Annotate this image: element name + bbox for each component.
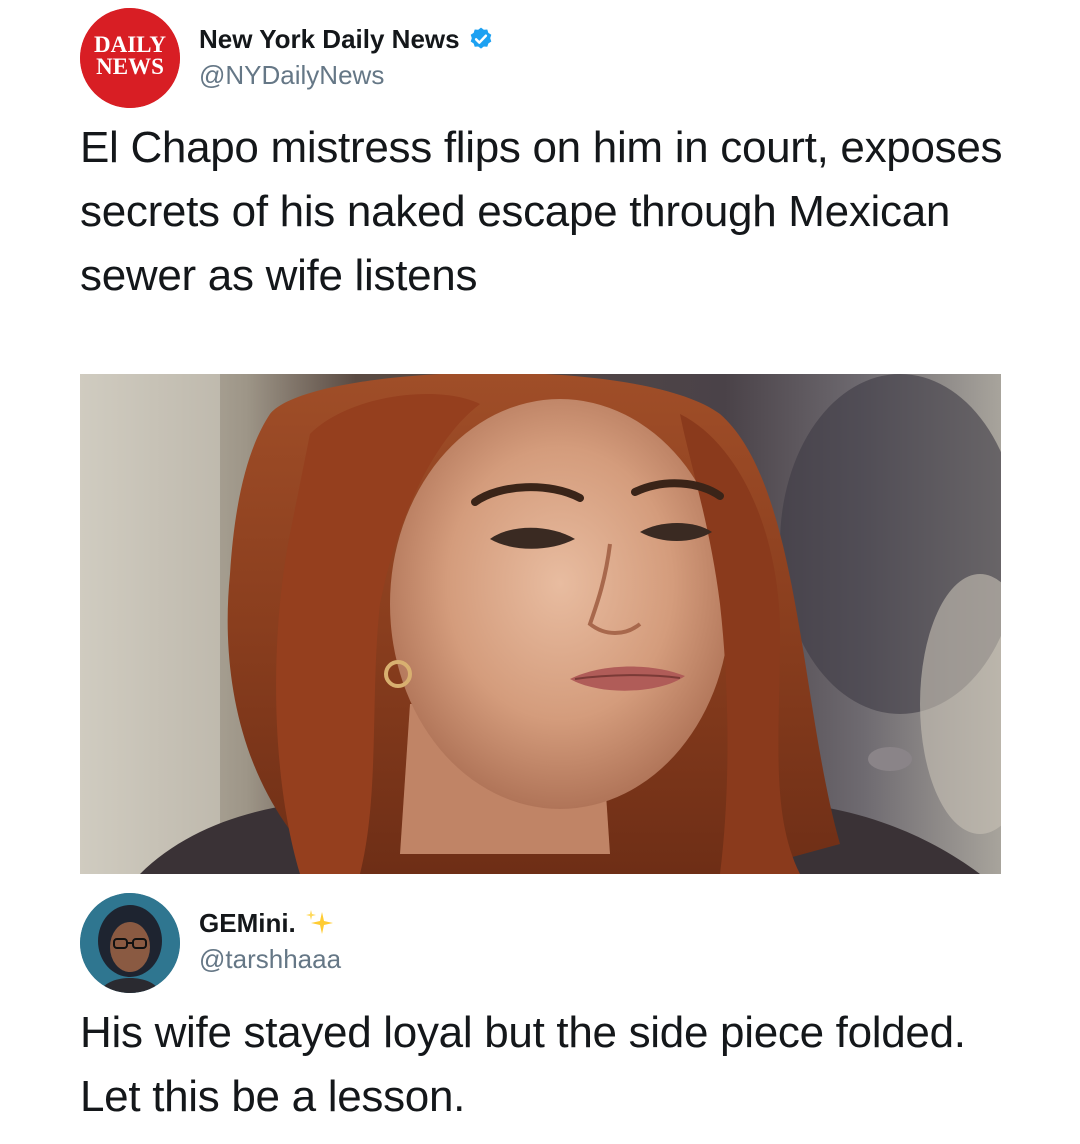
tweet-text: El Chapo mistress flips on him in court,… — [80, 123, 1003, 300]
author-display-name[interactable]: New York Daily News — [199, 24, 460, 54]
author-name-row: GEMini. — [199, 908, 334, 938]
author-handle[interactable]: @tarshhaaa — [199, 944, 341, 974]
author-display-name[interactable]: GEMini. — [199, 908, 296, 938]
author-handle[interactable]: @NYDailyNews — [199, 60, 384, 90]
woman-portrait-photo[interactable] — [80, 374, 1001, 874]
tweet-text: His wife stayed loyal but the side piece… — [80, 1008, 966, 1121]
sparkles-icon — [304, 908, 334, 938]
logo-text-news: NEWS — [96, 54, 164, 79]
verified-badge-icon — [468, 26, 494, 52]
daily-news-logo-icon[interactable]: DAILY NEWS — [80, 8, 180, 108]
author-name-row: New York Daily News — [199, 24, 494, 54]
user-avatar-photo[interactable] — [80, 893, 180, 993]
